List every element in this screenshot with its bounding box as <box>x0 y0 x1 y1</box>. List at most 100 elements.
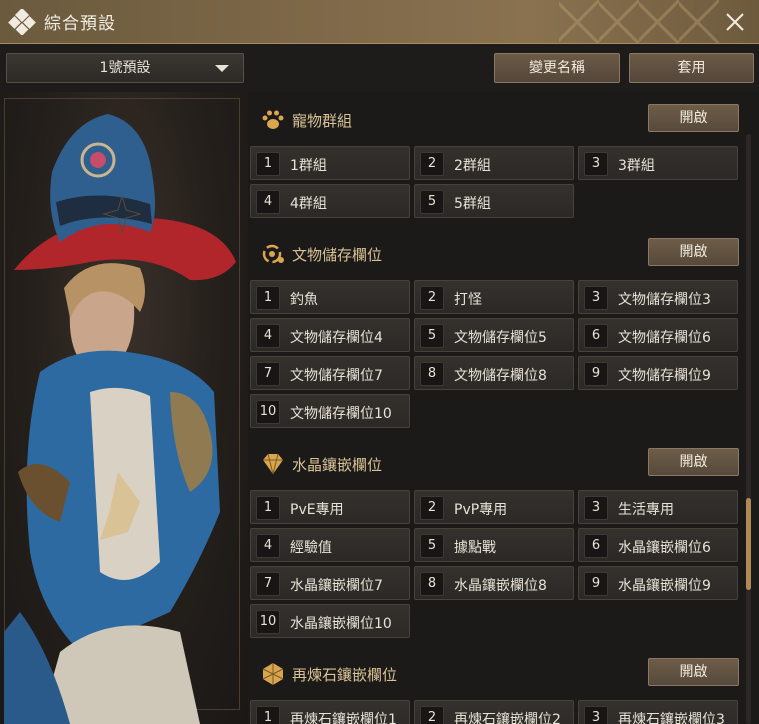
slot-label: 水晶鑲嵌欄位9 <box>618 578 711 594</box>
slot-item[interactable]: 8 文物儲存欄位8 <box>414 356 574 390</box>
slot-number: 4 <box>256 324 280 348</box>
slot-number: 3 <box>584 152 608 176</box>
slot-label: 文物儲存欄位4 <box>290 330 383 346</box>
slot-item[interactable]: 6 水晶鑲嵌欄位6 <box>578 528 738 562</box>
slot-item[interactable]: 3 生活專用 <box>578 490 738 524</box>
slot-label: 水晶鑲嵌欄位10 <box>290 616 392 632</box>
slot-number: 1 <box>256 286 280 310</box>
window-title: 綜合預設 <box>44 14 116 34</box>
slot-number: 2 <box>420 286 444 310</box>
slot-item[interactable]: 4 文物儲存欄位4 <box>250 318 410 352</box>
section-pet-groups: 寵物群組 開啟 1 1群組 2 2群組 3 3群組 4 4群組 5 5群組 <box>248 100 743 218</box>
slot-number: 6 <box>584 534 608 558</box>
slot-number: 10 <box>256 610 280 634</box>
slot-label: 文物儲存欄位10 <box>290 406 392 422</box>
section-header: 文物儲存欄位 開啟 <box>248 234 743 274</box>
slot-item[interactable]: 9 水晶鑲嵌欄位9 <box>578 566 738 600</box>
slot-label: 水晶鑲嵌欄位7 <box>290 578 383 594</box>
slot-label: 2群組 <box>454 158 491 174</box>
slot-label: 文物儲存欄位9 <box>618 368 711 384</box>
slot-label: 水晶鑲嵌欄位6 <box>618 540 711 556</box>
slot-item[interactable]: 5 據點戰 <box>414 528 574 562</box>
slot-item[interactable]: 1 1群組 <box>250 146 410 180</box>
slot-item[interactable]: 1 再煉石鑲嵌欄位1 <box>250 700 410 724</box>
preset-diamonds-icon <box>8 9 36 35</box>
slot-label: 再煉石鑲嵌欄位1 <box>290 712 397 724</box>
slot-number: 4 <box>256 190 280 214</box>
open-button[interactable]: 開啟 <box>648 238 739 266</box>
slot-item[interactable]: 5 5群組 <box>414 184 574 218</box>
apply-button[interactable]: 套用 <box>629 53 754 83</box>
slot-label: 生活專用 <box>618 502 674 518</box>
slot-item[interactable]: 2 2群組 <box>414 146 574 180</box>
section-crystal-slots: 水晶鑲嵌欄位 開啟 1 PvE專用 2 PvP專用 3 生活專用 4 經驗值 5 據點戰 … <box>248 444 743 638</box>
slot-label: 釣魚 <box>290 292 318 308</box>
slot-item[interactable]: 9 文物儲存欄位9 <box>578 356 738 390</box>
slot-item[interactable]: 2 PvP專用 <box>414 490 574 524</box>
scrollbar-thumb[interactable] <box>746 498 751 590</box>
section-artifact-slots: 文物儲存欄位 開啟 1 釣魚 2 打怪 3 文物儲存欄位3 4 文物儲存欄位4 5 文物儲… <box>248 234 743 428</box>
crystal-icon <box>263 453 283 475</box>
slot-label: 3群組 <box>618 158 655 174</box>
slot-item[interactable]: 1 PvE專用 <box>250 490 410 524</box>
slot-item[interactable]: 10 水晶鑲嵌欄位10 <box>250 604 410 638</box>
character-portrait <box>0 92 248 724</box>
slot-item[interactable]: 6 文物儲存欄位6 <box>578 318 738 352</box>
section-header: 水晶鑲嵌欄位 開啟 <box>248 444 743 484</box>
slot-label: 文物儲存欄位7 <box>290 368 383 384</box>
slot-label: 再煉石鑲嵌欄位2 <box>454 712 561 724</box>
scrollbar[interactable] <box>746 134 751 724</box>
section-title: 寵物群組 <box>292 112 353 130</box>
slot-item[interactable]: 8 水晶鑲嵌欄位8 <box>414 566 574 600</box>
slot-number: 1 <box>256 706 280 724</box>
slot-item[interactable]: 2 再煉石鑲嵌欄位2 <box>414 700 574 724</box>
slot-number: 7 <box>256 572 280 596</box>
slot-number: 8 <box>420 362 444 386</box>
slot-label: 文物儲存欄位6 <box>618 330 711 346</box>
chevron-down-icon <box>215 65 229 72</box>
slot-item[interactable]: 3 3群組 <box>578 146 738 180</box>
slot-item[interactable]: 4 經驗值 <box>250 528 410 562</box>
slot-item[interactable]: 4 4群組 <box>250 184 410 218</box>
slot-number: 3 <box>584 706 608 724</box>
slot-item[interactable]: 7 文物儲存欄位7 <box>250 356 410 390</box>
slot-label: 打怪 <box>454 292 482 308</box>
slot-label: 文物儲存欄位5 <box>454 330 547 346</box>
rename-button[interactable]: 變更名稱 <box>494 53 620 83</box>
slot-item[interactable]: 3 文物儲存欄位3 <box>578 280 738 314</box>
slot-number: 3 <box>584 286 608 310</box>
section-title: 水晶鑲嵌欄位 <box>292 456 383 474</box>
open-button[interactable]: 開啟 <box>648 658 739 686</box>
slot-label: 5群組 <box>454 196 491 212</box>
slot-label: 4群組 <box>290 196 327 212</box>
slot-number: 1 <box>256 152 280 176</box>
slot-item[interactable]: 2 打怪 <box>414 280 574 314</box>
slot-item[interactable]: 5 文物儲存欄位5 <box>414 318 574 352</box>
slot-item[interactable]: 1 釣魚 <box>250 280 410 314</box>
slot-number: 7 <box>256 362 280 386</box>
slot-label: 經驗值 <box>290 540 332 556</box>
section-title: 再煉石鑲嵌欄位 <box>292 666 398 684</box>
slot-label: PvP專用 <box>454 502 508 518</box>
slot-item[interactable]: 7 水晶鑲嵌欄位7 <box>250 566 410 600</box>
slot-number: 2 <box>420 706 444 724</box>
open-button[interactable]: 開啟 <box>648 104 739 132</box>
slot-label: 再煉石鑲嵌欄位3 <box>618 712 725 724</box>
section-refine-stone-slots: 再煉石鑲嵌欄位 開啟 1 再煉石鑲嵌欄位1 2 再煉石鑲嵌欄位2 3 再煉石鑲嵌欄位3 <box>248 654 743 724</box>
slot-number: 8 <box>420 572 444 596</box>
slot-label: 據點戰 <box>454 540 496 556</box>
section-header: 再煉石鑲嵌欄位 開啟 <box>248 654 743 694</box>
section-header: 寵物群組 開啟 <box>248 100 743 140</box>
close-icon[interactable] <box>721 8 749 36</box>
slot-label: 文物儲存欄位8 <box>454 368 547 384</box>
preset-dropdown[interactable]: 1號預設 <box>6 53 244 83</box>
slot-number: 9 <box>584 572 608 596</box>
preset-content: 寵物群組 開啟 1 1群組 2 2群組 3 3群組 4 4群組 5 5群組 文物儲存欄位 … <box>248 92 743 724</box>
character-illustration <box>4 114 236 724</box>
title-decoration <box>559 0 719 43</box>
slot-item[interactable]: 10 文物儲存欄位10 <box>250 394 410 428</box>
slot-label: 1群組 <box>290 158 327 174</box>
slot-item[interactable]: 3 再煉石鑲嵌欄位3 <box>578 700 738 724</box>
refine-stone-icon <box>262 663 284 685</box>
open-button[interactable]: 開啟 <box>648 448 739 476</box>
